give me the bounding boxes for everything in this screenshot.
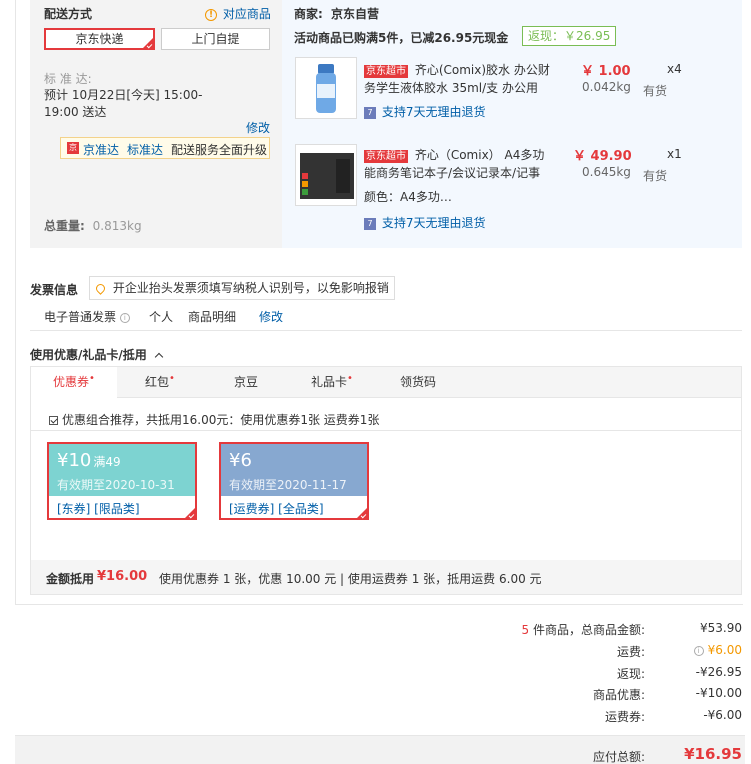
item-qty: x4: [667, 62, 682, 76]
tab-coupon[interactable]: 优惠券•: [31, 367, 117, 399]
item-stock: 有货: [643, 169, 668, 183]
divider: [15, 604, 743, 605]
item-title-line-2[interactable]: 务学生液体胶水 35ml/支 办公用: [364, 79, 538, 96]
recommend-combo[interactable]: 优惠组合推荐，共抵用16.00元：使用优惠券1张 运费券1张: [49, 411, 379, 428]
return-policy: 7 支持7天无理由退货: [364, 214, 485, 231]
selected-check-icon: [357, 508, 367, 518]
item-qty: x1: [667, 147, 682, 161]
modify-delivery-link[interactable]: 修改: [246, 119, 270, 136]
freight-coupon-value: -¥6.00: [703, 708, 742, 722]
discount-summary: 金额抵用 ¥16.00 使用优惠券 1 张，优惠 10.00 元 | 使用运费券…: [31, 560, 741, 594]
glue-bottle-image: [316, 64, 336, 113]
info-icon[interactable]: i: [119, 312, 130, 323]
modify-invoice-link[interactable]: 修改: [259, 308, 283, 325]
return-icon: 7: [364, 217, 376, 230]
delivery-title: 配送方式: [44, 7, 93, 21]
eta-label: 标 准 达:: [44, 72, 92, 86]
jd-express-option[interactable]: 京东快递: [44, 28, 155, 50]
return-policy: 7 支持7天无理由退货: [364, 103, 485, 120]
seller-info: 商家: 京东自营: [294, 7, 380, 21]
item-title[interactable]: 京东超市 齐心（Comix） A4多功: [364, 146, 564, 163]
coupon-header: ¥6 有效期至2020-11-17: [221, 444, 367, 496]
tab-red-packet[interactable]: 红包•: [117, 367, 203, 398]
goods-total: ¥53.90: [700, 621, 742, 635]
coupon-tags: [运费券] [全品类]: [229, 502, 324, 516]
invoice-content: 商品明细: [188, 310, 237, 324]
total-weight: 总重量: 0.813kg: [44, 219, 142, 233]
item-weight: 0.042kg: [582, 80, 631, 94]
coupon-discount-value: -¥10.00: [695, 686, 742, 700]
market-badge: 京东超市: [364, 150, 408, 163]
invoice-title: 发票信息: [30, 283, 79, 297]
info-icon[interactable]: i: [693, 645, 704, 656]
item-weight: 0.645kg: [582, 165, 631, 179]
coupon-tags: [东券] [限品类]: [57, 502, 140, 516]
jzd-icon: 京: [67, 142, 79, 154]
recommend-checkbox[interactable]: [49, 416, 58, 425]
divider: [30, 330, 742, 331]
freight-value: i ¥6.00: [693, 643, 742, 657]
notebook-image: [300, 153, 354, 199]
discount-toggle[interactable]: 使用优惠/礼品卡/抵用: [30, 346, 164, 363]
tab-jd-beans[interactable]: 京豆: [203, 367, 289, 398]
jzd-text: 配送服务全面升级: [171, 143, 268, 157]
tab-gift-card[interactable]: 礼品卡•: [289, 367, 375, 398]
jzd-banner: 京 京准达 标准达 配送服务全面升级: [60, 137, 270, 159]
coupon-card[interactable]: ¥10 满49 有效期至2020-10-31 [东券] [限品类]: [47, 442, 197, 520]
eta-line-1: 预计 10月22日[今天] 15:00-: [44, 88, 203, 102]
matched-goods-link[interactable]: ! 对应商品: [205, 5, 271, 22]
invoice-tip: 开企业抬头发票须填写纳税人识别号，以免影响报销: [89, 276, 395, 300]
payable-value: ¥16.95: [684, 745, 742, 763]
freight-coupon-label: 运费券:: [604, 710, 645, 724]
item-price: ￥ 1.00: [581, 64, 631, 79]
product-thumbnail[interactable]: [295, 57, 357, 119]
rebate-label: 返现:: [616, 667, 645, 681]
item-title[interactable]: 京东超市 齐心(Comix)胶水 办公财: [364, 61, 554, 78]
content-left-border: [15, 0, 16, 605]
coupon-discount-label: 商品优惠:: [592, 688, 645, 702]
return-icon: 7: [364, 106, 376, 119]
item-price: ￥ 49.90: [573, 149, 632, 164]
invoice-type: 电子普通发票 i: [44, 308, 130, 325]
tab-pickup-code[interactable]: 领货码: [375, 367, 461, 398]
goods-count: 5 件商品，总商品金额:: [521, 623, 646, 637]
item-title-line-2[interactable]: 能商务笔记本子/会议记录本/记事: [364, 164, 540, 181]
coupon-card[interactable]: ¥6 有效期至2020-11-17 [运费券] [全品类]: [219, 442, 369, 520]
rebate-value: -¥26.95: [695, 665, 742, 679]
jzd-badge: 京准达: [83, 143, 120, 157]
product-thumbnail[interactable]: [295, 144, 357, 206]
chevron-up-icon: [154, 352, 164, 362]
selected-check-icon: [143, 38, 153, 48]
self-pickup-option[interactable]: 上门自提: [161, 28, 270, 50]
rebate-badge: 返现：￥26.95: [522, 26, 617, 46]
freight-label: 运费:: [616, 645, 645, 659]
item-stock: 有货: [643, 84, 668, 98]
divider: [31, 430, 741, 431]
invoice-holder: 个人: [149, 310, 174, 324]
market-badge: 京东超市: [364, 65, 408, 78]
coupon-header: ¥10 满49 有效期至2020-10-31: [49, 444, 195, 496]
bulb-icon: [94, 282, 107, 295]
warning-icon: !: [205, 8, 217, 21]
jzd-standard: 标准达: [127, 143, 164, 157]
payable-label: 应付总额:: [592, 750, 645, 764]
eta-line-2: 19:00 送达: [44, 105, 107, 119]
promo-text: 活动商品已购满5件，已减26.95元现金: [294, 31, 509, 45]
item-color: 颜色：A4多功…: [364, 190, 452, 204]
selected-check-icon: [185, 508, 195, 518]
